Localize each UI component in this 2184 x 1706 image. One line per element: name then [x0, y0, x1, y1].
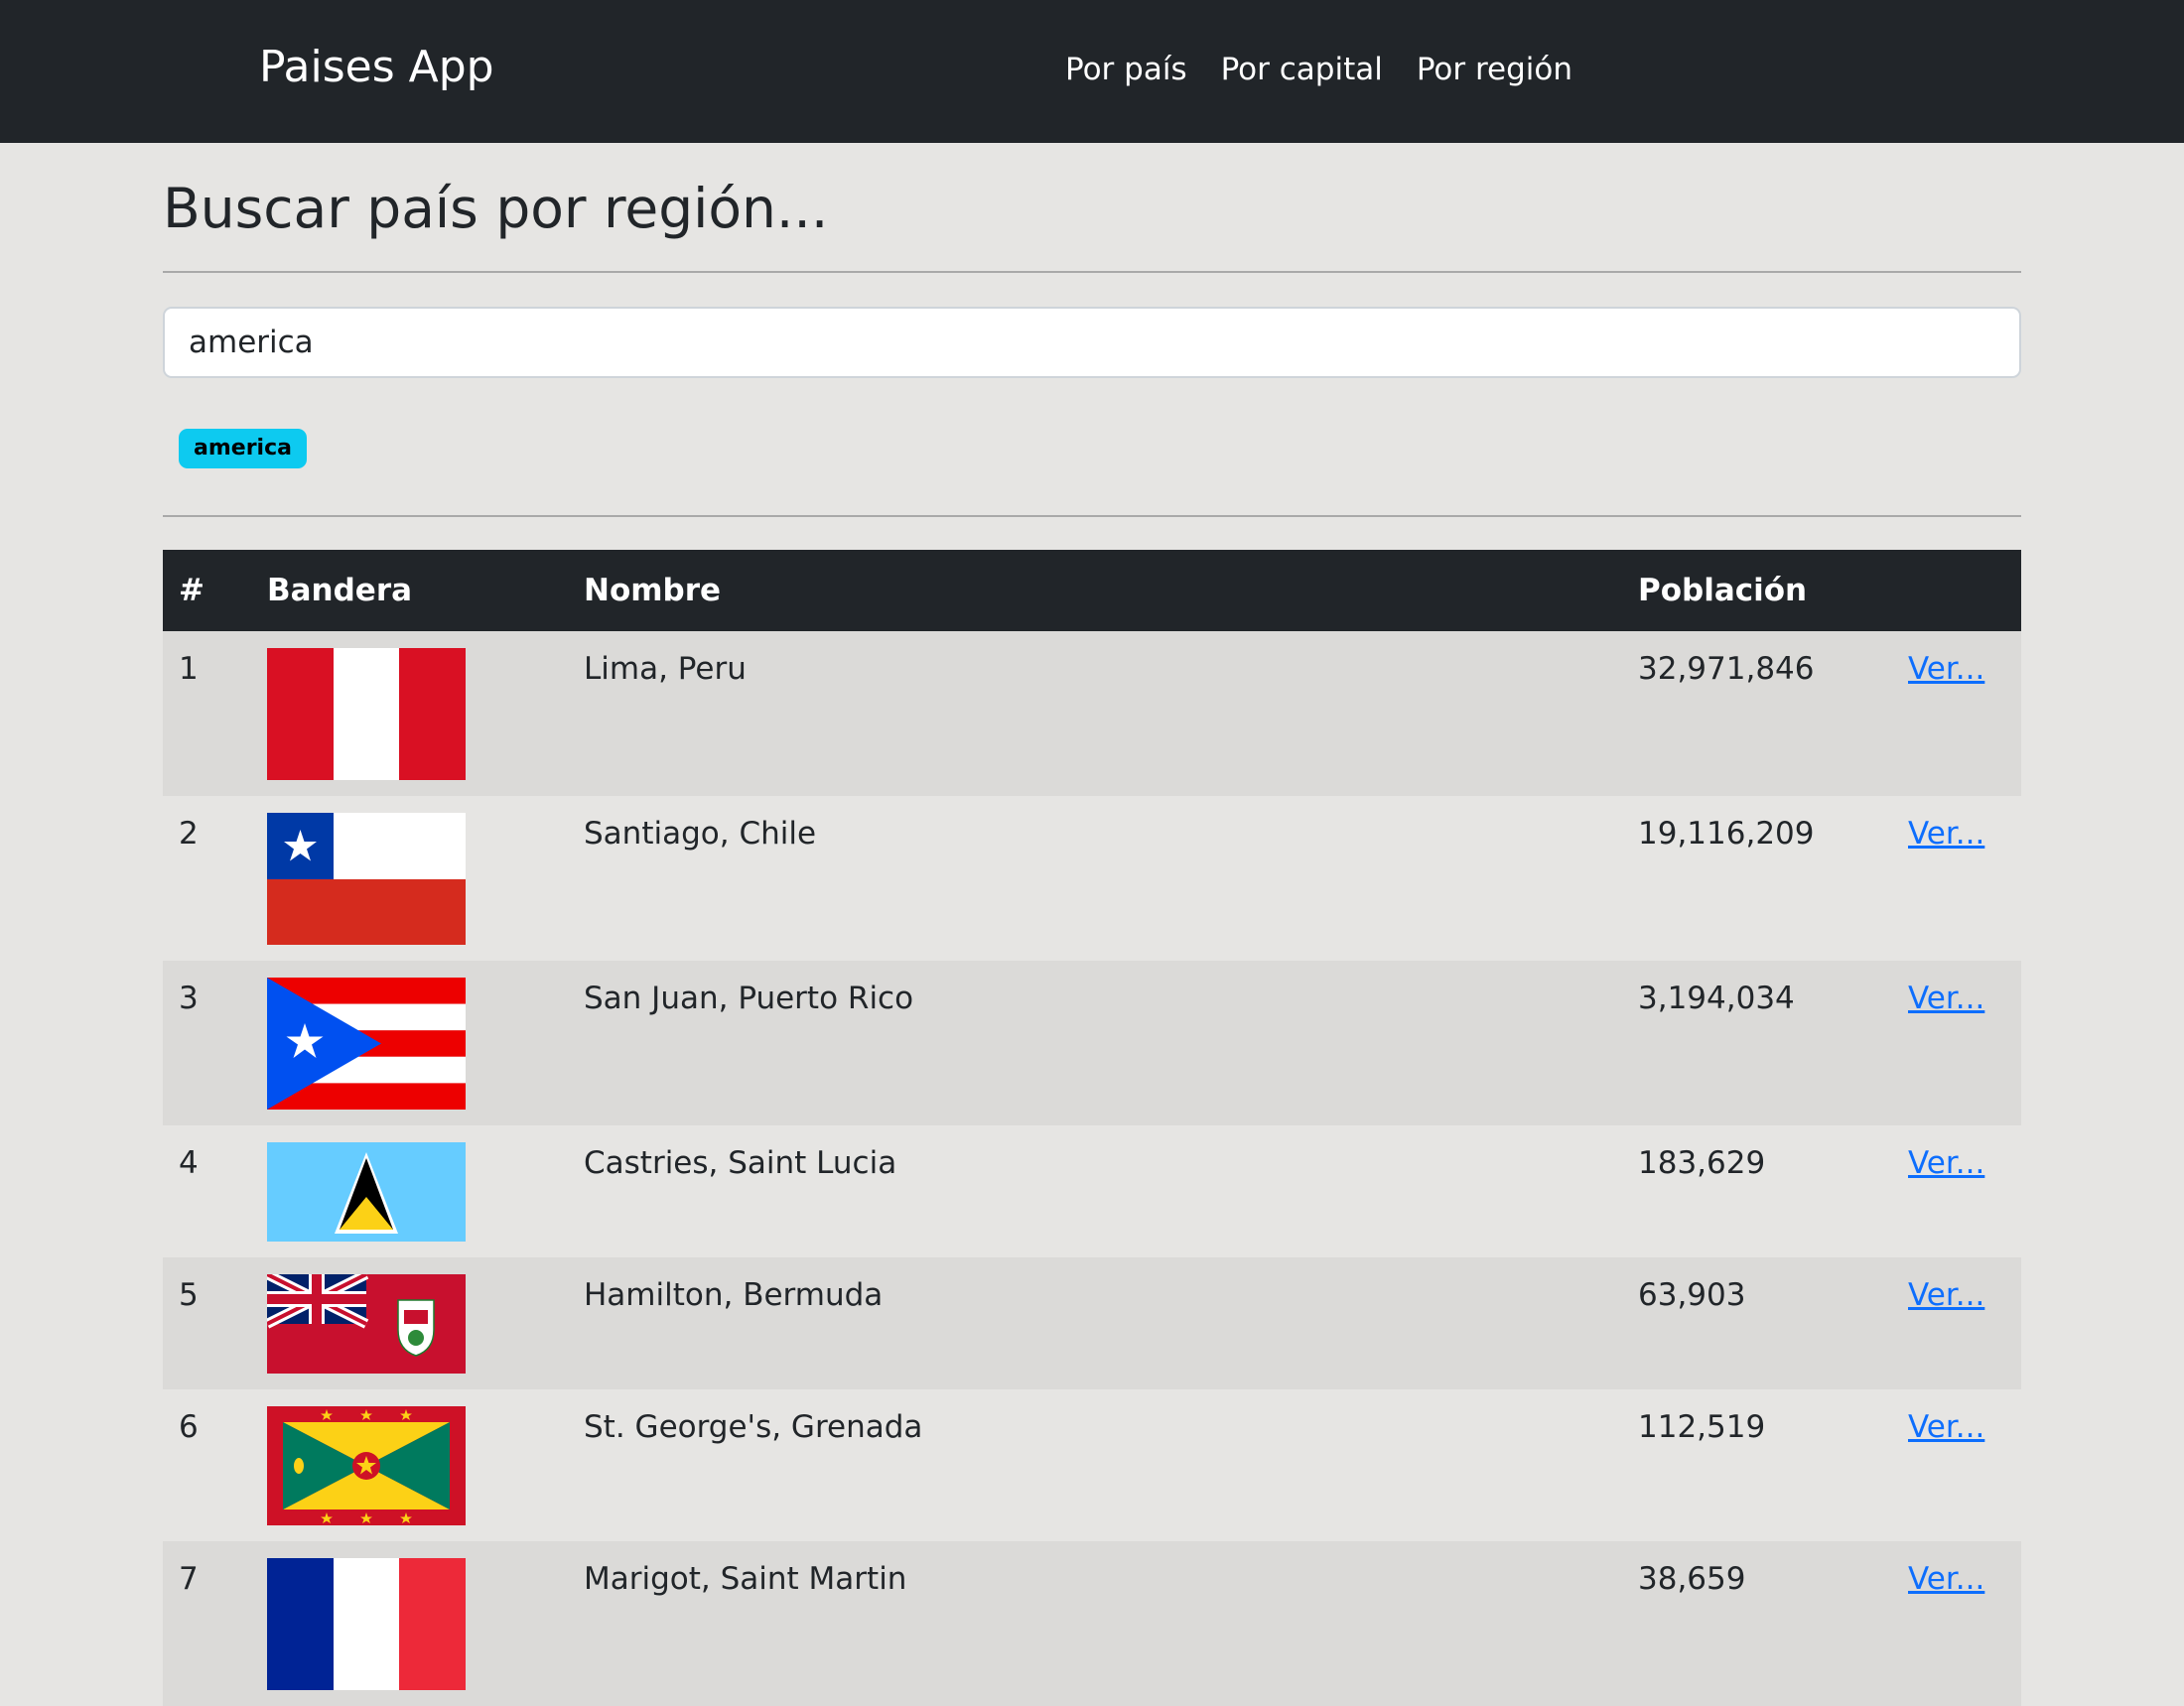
row-number: 6 — [179, 1409, 199, 1445]
header-population: Población — [1638, 573, 1808, 608]
row-number: 2 — [179, 816, 199, 852]
saint-martin-flag-icon — [267, 1558, 466, 1690]
divider — [163, 515, 2021, 517]
row-number: 1 — [179, 651, 199, 687]
header-number: # — [179, 573, 205, 608]
table-row: 6 St. George's, Grenada 112,519 Ver... — [163, 1389, 2021, 1541]
country-name: Hamilton, Bermuda — [584, 1277, 884, 1313]
population: 19,116,209 — [1638, 816, 1815, 852]
table-row: 5 Hamilton, Bermuda 63,903 Ver... — [163, 1257, 2021, 1389]
flag-cell — [251, 1541, 568, 1706]
country-name: Santiago, Chile — [584, 816, 817, 852]
row-number: 4 — [179, 1145, 199, 1181]
ver-link[interactable]: Ver... — [1908, 1409, 1984, 1445]
population: 38,659 — [1638, 1561, 1746, 1597]
navbar: Paises App Por país Por capital Por regi… — [0, 0, 2184, 143]
ver-link[interactable]: Ver... — [1908, 1277, 1984, 1313]
ver-link[interactable]: Ver... — [1908, 1145, 1984, 1181]
country-name: Castries, Saint Lucia — [584, 1145, 897, 1181]
row-number: 3 — [179, 981, 199, 1016]
flag-cell — [251, 961, 568, 1125]
header-actions — [1892, 550, 2021, 631]
ver-link[interactable]: Ver... — [1908, 816, 1984, 852]
ver-link[interactable]: Ver... — [1908, 981, 1984, 1016]
country-name: St. George's, Grenada — [584, 1409, 923, 1445]
row-number: 5 — [179, 1277, 199, 1313]
table-row: 4 Castries, Saint Lucia 183,629 Ver... — [163, 1125, 2021, 1257]
grenada-flag-icon — [267, 1406, 466, 1525]
bermuda-flag-icon — [267, 1274, 466, 1374]
ver-link[interactable]: Ver... — [1908, 651, 1984, 687]
table-row: 1 Lima, Peru 32,971,846 Ver... — [163, 631, 2021, 796]
table-row: 7 Marigot, Saint Martin 38,659 Ver... — [163, 1541, 2021, 1706]
nav-links: Por país Por capital Por región — [1065, 52, 1572, 87]
country-name: Lima, Peru — [584, 651, 747, 687]
header-flag: Bandera — [267, 573, 413, 608]
puerto-rico-flag-icon — [267, 978, 466, 1110]
flag-cell — [251, 631, 568, 796]
peru-flag-icon — [267, 648, 466, 780]
country-name: San Juan, Puerto Rico — [584, 981, 914, 1016]
flag-cell — [251, 1257, 568, 1389]
saint-lucia-flag-icon — [267, 1142, 466, 1242]
population: 63,903 — [1638, 1277, 1746, 1313]
region-badge[interactable]: america — [179, 429, 307, 468]
population: 112,519 — [1638, 1409, 1766, 1445]
flag-cell — [251, 1389, 568, 1541]
search-input[interactable] — [163, 307, 2021, 378]
country-name: Marigot, Saint Martin — [584, 1561, 907, 1597]
table-row: 2 Santiago, Chile 19,116,209 Ver... — [163, 796, 2021, 961]
table-row: 3 San Juan, Puerto Rico 3,194,034 Ver... — [163, 961, 2021, 1125]
countries-table: # Bandera Nombre Población 1 Lima, Peru — [163, 550, 2021, 1706]
flag-cell — [251, 1125, 568, 1257]
page-title: Buscar país por región... — [163, 177, 829, 240]
header-name: Nombre — [584, 573, 722, 608]
ver-link[interactable]: Ver... — [1908, 1561, 1984, 1597]
population: 183,629 — [1638, 1145, 1766, 1181]
nav-link-por-region[interactable]: Por región — [1417, 52, 1572, 87]
chile-flag-icon — [267, 813, 466, 945]
nav-link-por-capital[interactable]: Por capital — [1221, 52, 1383, 87]
divider — [163, 271, 2021, 273]
brand[interactable]: Paises App — [259, 42, 494, 92]
nav-link-por-pais[interactable]: Por país — [1065, 52, 1187, 87]
row-number: 7 — [179, 1561, 199, 1597]
table-header-row: # Bandera Nombre Población — [163, 550, 2021, 631]
flag-cell — [251, 796, 568, 961]
population: 3,194,034 — [1638, 981, 1795, 1016]
population: 32,971,846 — [1638, 651, 1815, 687]
